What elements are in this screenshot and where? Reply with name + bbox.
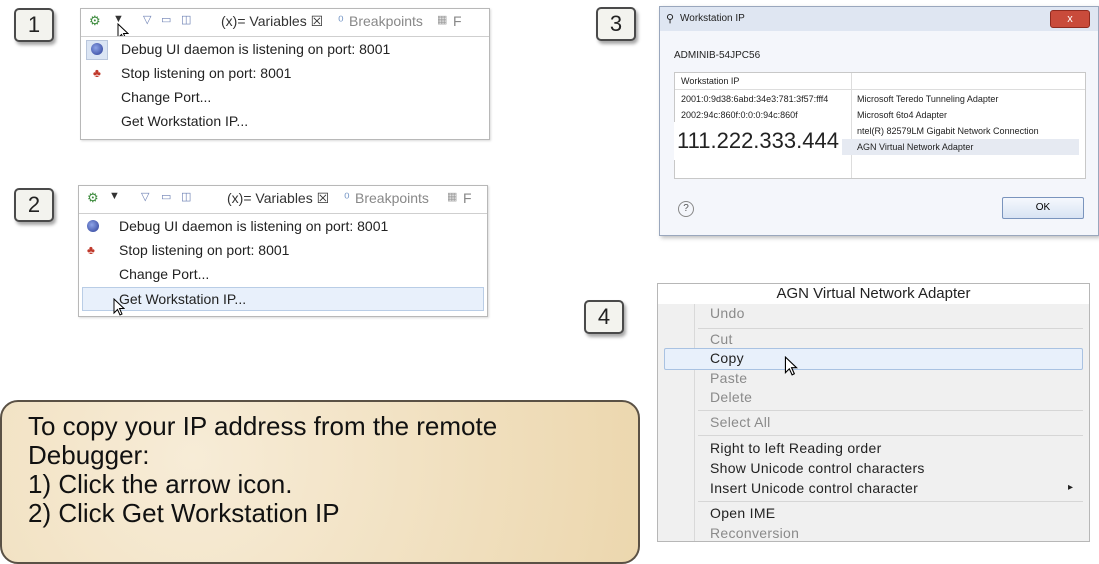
hostname-label: ADMINIB-54JPC56 [674,50,761,61]
breakpoints-icon: ⁰ [344,190,350,206]
tab-variables[interactable]: (x)= Variables ☒ [221,13,323,30]
debug-daemon-icon [91,43,103,55]
ip-address-value[interactable]: 111.222.333.444 [674,122,842,160]
menu-item-stop-listening[interactable]: ♣ Stop listening on port: 8001 [79,238,487,262]
step-2-label: 2 [14,188,54,222]
view-menu-icon[interactable]: ▽ [141,190,149,203]
menu-item-label: Stop listening on port: 8001 [119,242,290,258]
list-item[interactable]: 2001:0:9d38:6abd:34e3:781:3f57:fff4 Micr… [681,91,1079,107]
menu-separator [698,328,1083,329]
menu-item-change-port[interactable]: Change Port... [81,85,489,109]
menu-item-label: Debug UI daemon is listening on port: 80… [119,218,389,234]
adapter-cell: Microsoft 6to4 Adapter [857,110,948,120]
menu-item-open-ime[interactable]: Open IME [710,505,775,521]
mouse-cursor-icon [113,298,125,316]
list-item[interactable]: 2002:94c:860f:0:0:0:94c:860f Microsoft 6… [681,107,1079,123]
remote-debug-icon[interactable]: ⚙ [87,190,99,206]
step-4-label: 4 [584,300,624,334]
maximize-icon[interactable]: ◫ [181,190,191,203]
step-1-label: 1 [14,8,54,42]
close-button[interactable]: x [1050,10,1090,28]
view-menu-icon[interactable]: ▽ [143,13,151,26]
menu-item-paste[interactable]: Paste [710,370,747,386]
menu-item-label: Get Workstation IP... [121,113,249,129]
submenu-arrow-icon: ▸ [1068,482,1074,493]
menu-item-label: Debug UI daemon is listening on port: 80… [121,41,391,57]
menu-item-change-port[interactable]: Change Port... [79,262,487,286]
selected-adapter-text: AGN Virtual Network Adapter [658,284,1089,304]
menu-item-reconversion[interactable]: Reconversion [710,525,799,541]
debug-menu-panel-1: ⚙ ▼ ▽ ▭ ◫ (x)= Variables ☒ ⁰ Breakpoints… [80,8,490,140]
column-header-ip: Workstation IP [681,76,740,86]
menu-item-rtl-reading-order[interactable]: Right to left Reading order [710,440,882,456]
tab-variables[interactable]: (x)= Variables ☒ [227,190,329,207]
step-3-label: 3 [596,7,636,41]
debug-menu: Debug UI daemon is listening on port: 80… [81,36,489,139]
toolbar: ⚙ ▼ ▽ ▭ ◫ (x)= Variables ☒ ⁰ Breakpoints… [79,186,487,210]
menu-gutter [694,304,695,541]
registers-icon: ▦ [447,191,458,203]
tab-breakpoints[interactable]: Breakpoints [349,13,423,29]
menu-item-copy[interactable]: Copy [710,350,744,366]
dropdown-arrow-icon[interactable]: ▼ [109,190,120,202]
help-icon[interactable]: ? [678,201,694,217]
menu-item-get-workstation-ip[interactable]: Get Workstation IP... [81,109,489,133]
menu-item-show-unicode-control[interactable]: Show Unicode control characters [710,460,925,476]
menu-item-delete[interactable]: Delete [710,389,752,405]
remote-debug-icon[interactable]: ⚙ [89,13,101,29]
dialog-titlebar: ⚲ Workstation IP [660,7,1098,31]
debug-menu-panel-2: ⚙ ▼ ▽ ▭ ◫ (x)= Variables ☒ ⁰ Breakpoints… [78,185,488,317]
menu-item-stop-listening[interactable]: ♣ Stop listening on port: 8001 [81,61,489,85]
minimize-icon[interactable]: ▭ [161,190,171,203]
adapter-cell: Microsoft Teredo Tunneling Adapter [857,94,999,104]
adapter-cell: AGN Virtual Network Adapter [857,142,974,152]
menu-item-get-workstation-ip[interactable]: Get Workstation IP... [82,287,484,316]
menu-item-undo[interactable]: Undo [710,305,745,321]
tab-extra[interactable]: F [463,190,472,206]
breakpoints-icon: ⁰ [338,13,344,29]
registers-icon: ▦ [437,14,448,26]
instruction-callout: To copy your IP address from the remote … [0,400,640,564]
instruction-line: Debugger: [28,440,150,470]
menu-separator [698,410,1083,411]
menu-item-label: Change Port... [119,266,210,282]
search-icon: ⚲ [666,13,675,25]
tab-extra[interactable]: F [453,13,462,29]
ip-cell: 2001:0:9d38:6abd:34e3:781:3f57:fff4 [681,94,829,104]
toolbar: ⚙ ▼ ▽ ▭ ◫ (x)= Variables ☒ ⁰ Breakpoints… [81,9,489,33]
menu-item-select-all[interactable]: Select All [710,414,771,430]
menu-item-daemon-listening[interactable]: Debug UI daemon is listening on port: 80… [81,37,489,61]
menu-item-daemon-listening[interactable]: Debug UI daemon is listening on port: 80… [79,214,487,238]
workstation-ip-dialog: ⚲ Workstation IP x ADMINIB-54JPC56 Works… [659,6,1099,236]
maximize-icon[interactable]: ◫ [181,13,191,26]
adapter-cell: ntel(R) 82579LM Gigabit Network Connecti… [857,126,1039,136]
context-menu: AGN Virtual Network Adapter Undo Cut Cop… [657,283,1090,542]
debug-menu: Debug UI daemon is listening on port: 80… [79,213,487,316]
menu-item-cut[interactable]: Cut [710,331,733,347]
ok-button[interactable]: OK [1002,197,1084,219]
instruction-line: To copy your IP address from the remote [28,411,498,441]
ip-cell: 2002:94c:860f:0:0:0:94c:860f [681,110,798,120]
minimize-icon[interactable]: ▭ [161,13,171,26]
instruction-text: To copy your IP address from the remote … [28,412,497,528]
menu-separator [698,435,1083,436]
tab-breakpoints[interactable]: Breakpoints [355,190,429,206]
menu-separator [698,501,1083,502]
stop-listening-icon: ♣ [93,66,101,80]
menu-item-label: Change Port... [121,89,212,105]
instruction-line: 2) Click Get Workstation IP [28,498,340,528]
mouse-cursor-icon [784,356,798,376]
menu-item-label: Get Workstation IP... [119,291,247,307]
stop-listening-icon: ♣ [87,243,95,257]
dialog-title: Workstation IP [680,13,745,24]
menu-item-label: Stop listening on port: 8001 [121,65,292,81]
menu-item-insert-unicode-control[interactable]: Insert Unicode control character [710,480,918,496]
debug-daemon-icon [87,220,99,232]
instruction-line: 1) Click the arrow icon. [28,469,293,499]
